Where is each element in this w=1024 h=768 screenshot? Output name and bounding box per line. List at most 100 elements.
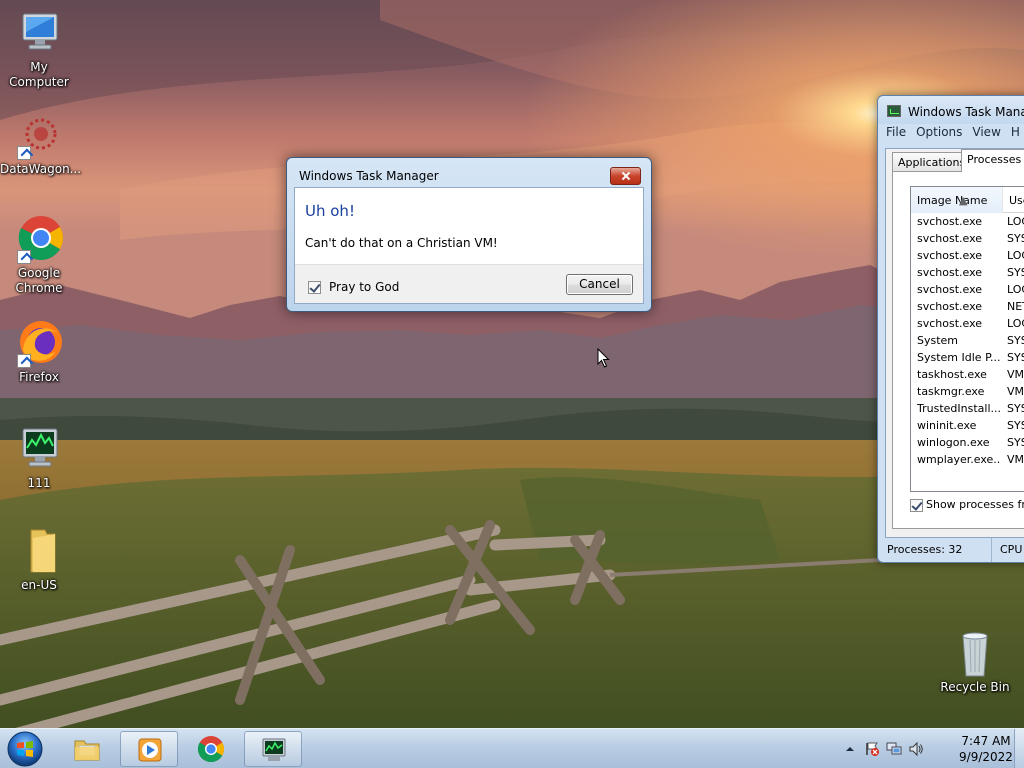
process-image-name: TrustedInstall...: [917, 402, 1001, 415]
menu-bar: File Options View H: [886, 125, 1024, 147]
process-rows: svchost.exe LOC svchost.exe SYST svchost.exe…: [911, 213, 1024, 468]
desktop-icon-recycle-bin[interactable]: Recycle Bin: [936, 630, 1014, 695]
process-user-name: LOC: [1007, 283, 1024, 296]
process-user-name: NET: [1007, 300, 1024, 313]
taskbar-task-manager-button[interactable]: [244, 731, 302, 767]
tab-applications[interactable]: Applications: [892, 152, 972, 172]
task-manager-icon: [262, 738, 286, 761]
process-row[interactable]: System Idle P... SYST: [911, 349, 1024, 366]
taskbar-explorer-button[interactable]: [58, 731, 116, 767]
desktop-icon-111[interactable]: 111: [0, 426, 78, 491]
cancel-button[interactable]: Cancel: [566, 274, 633, 295]
column-image-name[interactable]: ▲ Image Name: [911, 187, 1003, 213]
taskbar-chrome-button[interactable]: [182, 731, 240, 767]
close-button[interactable]: [610, 167, 641, 185]
process-user-name: VM1: [1007, 368, 1024, 381]
process-row[interactable]: System SYST: [911, 332, 1024, 349]
status-cpu: CPU U: [991, 538, 1024, 562]
desktop-icon-label: Recycle Bin: [940, 680, 1010, 694]
process-image-name: taskmgr.exe: [917, 385, 985, 398]
process-image-name: System: [917, 334, 959, 347]
process-user-name: SYST: [1007, 436, 1024, 449]
shortcut-arrow-icon: [17, 354, 31, 368]
dialog-heading: Uh oh!: [305, 202, 355, 220]
process-row[interactable]: wmplayer.exe... VM1: [911, 451, 1024, 468]
process-image-name: wininit.exe: [917, 419, 977, 432]
checkbox-icon[interactable]: [910, 498, 923, 512]
process-row[interactable]: svchost.exe LOC: [911, 315, 1024, 332]
process-user-name: SYST: [1007, 402, 1024, 415]
start-button[interactable]: [4, 730, 46, 768]
menu-view[interactable]: View: [972, 125, 1000, 139]
process-image-name: winlogon.exe: [917, 436, 990, 449]
task-manager-body: Applications Processes ▲Image Name Use s…: [885, 148, 1024, 538]
desktop-icon-label: Firefox: [19, 370, 59, 384]
desktop-wallpaper: [0, 0, 1024, 768]
process-user-name: LOC: [1007, 249, 1024, 262]
process-image-name: svchost.exe: [917, 283, 983, 296]
desktop-icon-label: DataWagon...: [0, 162, 82, 176]
firefox-icon: [15, 320, 63, 368]
show-desktop-button[interactable]: [1014, 729, 1024, 768]
task-manager-dialog[interactable]: Windows Task Manager Uh oh! Can't do tha…: [286, 157, 652, 312]
checkbox-icon[interactable]: [308, 281, 321, 294]
chrome-icon: [15, 216, 63, 264]
action-center-icon[interactable]: [864, 741, 880, 757]
volume-icon[interactable]: [908, 741, 924, 757]
desktop-icon-my-computer[interactable]: My Computer: [0, 10, 78, 90]
dialog-main-area: Uh oh! Can't do that on a Christian VM!: [295, 188, 643, 264]
process-image-name: svchost.exe: [917, 300, 983, 313]
desktop-icon-datawagon[interactable]: DataWagon...: [0, 112, 82, 177]
tab-processes[interactable]: Processes: [961, 149, 1024, 172]
process-user-name: LOC: [1007, 317, 1024, 330]
process-image-name: System Idle P...: [917, 351, 1001, 364]
process-row[interactable]: svchost.exe NET: [911, 298, 1024, 315]
clock-date: 9/9/2022: [959, 750, 1013, 764]
process-user-name: SYST: [1007, 266, 1024, 279]
taskbar-media-player-button[interactable]: [120, 731, 178, 767]
desktop-icon-google-chrome[interactable]: Google Chrome: [0, 216, 78, 296]
process-row[interactable]: winlogon.exe SYST: [911, 434, 1024, 451]
show-all-processes-checkbox[interactable]: Show processes from: [910, 498, 1024, 512]
desktop-icon-label: 111: [27, 476, 51, 490]
mouse-pointer-icon: [597, 347, 611, 369]
menu-file[interactable]: File: [886, 125, 906, 139]
task-manager-window[interactable]: Windows Task Manag File Options View H Appl…: [877, 95, 1024, 563]
menu-help[interactable]: H: [1011, 125, 1020, 139]
media-player-icon: [138, 738, 162, 762]
network-icon[interactable]: [886, 741, 902, 757]
process-user-name: SYST: [1007, 419, 1024, 432]
process-row[interactable]: svchost.exe LOC: [911, 281, 1024, 298]
process-row[interactable]: svchost.exe LOC: [911, 213, 1024, 230]
process-row[interactable]: svchost.exe LOC: [911, 247, 1024, 264]
taskbar-clock[interactable]: 7:47 AM 9/9/2022: [956, 733, 1016, 765]
process-row[interactable]: taskhost.exe VM1: [911, 366, 1024, 383]
menu-options[interactable]: Options: [916, 125, 962, 139]
folder-icon: [15, 528, 63, 576]
process-user-name: SYST: [1007, 232, 1024, 245]
process-row[interactable]: svchost.exe SYST: [911, 230, 1024, 247]
process-image-name: svchost.exe: [917, 232, 983, 245]
column-user-name[interactable]: Use: [1003, 187, 1024, 213]
task-manager-icon: [887, 105, 901, 117]
process-row[interactable]: TrustedInstall... SYST: [911, 400, 1024, 417]
process-list[interactable]: ▲Image Name Use svchost.exeLOCsvchost.ex…: [910, 186, 1024, 492]
process-image-name: svchost.exe: [917, 317, 983, 330]
status-processes: Processes: 32: [887, 543, 963, 556]
desktop-icon-en-us[interactable]: en-US: [0, 528, 78, 593]
process-row[interactable]: svchost.exe SYST: [911, 264, 1024, 281]
process-row[interactable]: wininit.exe SYST: [911, 417, 1024, 434]
process-image-name: svchost.exe: [917, 249, 983, 262]
pray-checkbox[interactable]: Pray to God: [308, 280, 399, 294]
process-user-name: LOC: [1007, 215, 1024, 228]
explorer-icon: [74, 740, 100, 761]
computer-icon: [15, 10, 63, 58]
show-hidden-icons-icon[interactable]: [842, 741, 858, 757]
chrome-icon: [197, 736, 225, 763]
dialog-title: Windows Task Manager: [299, 169, 439, 183]
desktop-icon-label: en-US: [21, 578, 57, 592]
processes-page: ▲Image Name Use svchost.exeLOCsvchost.ex…: [892, 171, 1024, 529]
desktop-icon-firefox[interactable]: Firefox: [0, 320, 78, 385]
process-row[interactable]: taskmgr.exe VM1: [911, 383, 1024, 400]
shortcut-arrow-icon: [17, 146, 31, 160]
